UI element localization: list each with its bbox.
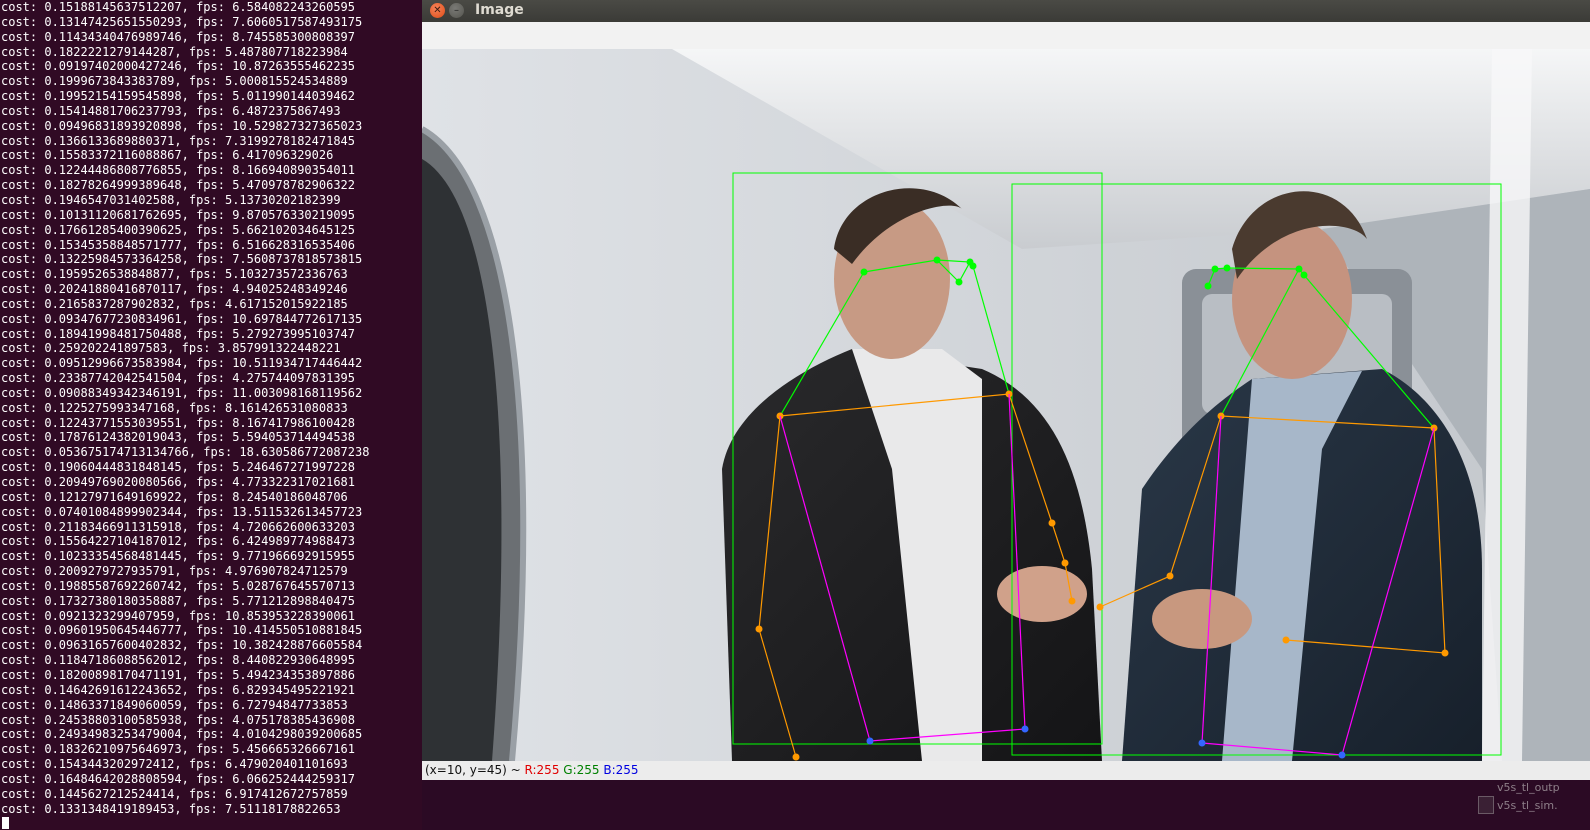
- terminal-line: cost: 0.13225984573364258, fps: 7.560873…: [1, 252, 363, 267]
- face-keypoint-b: [1295, 265, 1303, 273]
- joint-keypoint-a: [1061, 559, 1069, 567]
- terminal-line: cost: 0.09496831893920898, fps: 10.52982…: [1, 118, 363, 133]
- joint-keypoint-a: [1068, 597, 1076, 605]
- terminal-line: cost: 0.17327380180358887, fps: 5.771212…: [1, 593, 356, 608]
- terminal-line: cost: 0.21183466911315918, fps: 4.720662…: [1, 519, 356, 534]
- terminal-line: cost: 0.16484642028808594, fps: 6.066252…: [1, 771, 356, 786]
- terminal-line: cost: 0.09088349342346191, fps: 11.00309…: [1, 385, 363, 400]
- terminal-line: cost: 0.1959526538848877, fps: 5.1032735…: [1, 267, 348, 282]
- terminal-line: cost: 0.0921323299407959, fps: 10.853953…: [1, 608, 356, 623]
- terminal-line: cost: 0.17661285400390625, fps: 5.662102…: [1, 222, 356, 237]
- face-keypoint-a: [955, 278, 963, 286]
- terminal-line: cost: 0.12244486808776855, fps: 8.166940…: [1, 163, 356, 178]
- terminal-line: cost: 0.13147425651550293, fps: 7.606051…: [1, 14, 363, 29]
- face-keypoint-a: [969, 262, 977, 270]
- terminal-line: cost: 0.1999673843383789, fps: 5.0008155…: [1, 74, 348, 89]
- terminal-line: cost: 0.09601950645446777, fps: 10.41455…: [1, 623, 363, 638]
- hip-keypoint-b: [1338, 751, 1346, 759]
- file-icon[interactable]: [1478, 796, 1494, 814]
- status-coords: (x=10, y=45) ~: [425, 763, 525, 777]
- status-red: R:255: [524, 763, 560, 777]
- joint-keypoint-b: [1166, 572, 1174, 580]
- terminal-line: cost: 0.1445627212524414, fps: 6.9174126…: [1, 786, 348, 801]
- terminal-line: cost: 0.09197402000427246, fps: 10.87263…: [1, 59, 356, 74]
- terminal-line: cost: 0.15583372116088867, fps: 6.417096…: [1, 148, 334, 163]
- terminal-line: cost: 0.259202241897583, fps: 3.85799132…: [1, 341, 341, 356]
- window-titlebar[interactable]: ✕ – Image: [422, 0, 1590, 22]
- terminal-line: cost: 0.11434340476989746, fps: 8.745585…: [1, 29, 356, 44]
- terminal-line: cost: 0.09512996673583984, fps: 10.51193…: [1, 356, 363, 371]
- terminal-line: cost: 0.1331348419189453, fps: 7.5111817…: [1, 801, 341, 816]
- terminal-output: cost: 0.15188145637512207, fps: 6.584082…: [0, 0, 422, 816]
- face-keypoint-b: [1204, 282, 1212, 290]
- desktop-file-label[interactable]: v5s_tl_sim.: [1497, 799, 1558, 812]
- terminal-line: cost: 0.1225275993347168, fps: 8.1614265…: [1, 400, 348, 415]
- terminal-line: cost: 0.24538803100585938, fps: 4.075178…: [1, 712, 356, 727]
- person-a-hand: [997, 566, 1087, 622]
- joint-keypoint-a: [792, 753, 800, 761]
- face-keypoint-b: [1211, 265, 1219, 273]
- terminal-line: cost: 0.19060444831848145, fps: 5.246467…: [1, 460, 356, 475]
- terminal-line: cost: 0.15345358848571777, fps: 6.516628…: [1, 237, 356, 252]
- image-canvas[interactable]: [422, 49, 1590, 761]
- status-bar: (x=10, y=45) ~ R:255 G:255 B:255: [422, 761, 1590, 780]
- hip-keypoint-a: [1021, 725, 1029, 733]
- window-toolbar: [422, 22, 1590, 49]
- hip-keypoint-b: [1198, 739, 1206, 747]
- terminal-line: cost: 0.19885587692260742, fps: 5.028767…: [1, 578, 356, 593]
- terminal-line: cost: 0.09347677230834961, fps: 10.69784…: [1, 311, 363, 326]
- terminal-line: cost: 0.15564227104187012, fps: 6.424989…: [1, 534, 356, 549]
- terminal-line: cost: 0.18326210975646973, fps: 5.456665…: [1, 742, 356, 757]
- terminal-line: cost: 0.24934983253479004, fps: 4.010429…: [1, 727, 363, 742]
- terminal-line: cost: 0.10233354568481445, fps: 9.771966…: [1, 549, 356, 564]
- terminal-line: cost: 0.053675174713134766, fps: 18.6305…: [1, 445, 370, 460]
- terminal-cursor: [2, 817, 9, 829]
- status-green: G:255: [563, 763, 600, 777]
- terminal-line: cost: 0.14642691612243652, fps: 6.829345…: [1, 682, 356, 697]
- terminal-line: cost: 0.17876124382019043, fps: 5.594053…: [1, 430, 356, 445]
- terminal-line: cost: 0.07401084899902344, fps: 13.51153…: [1, 504, 363, 519]
- joint-keypoint-b: [1441, 649, 1449, 657]
- terminal-line: cost: 0.20949769020080566, fps: 4.773322…: [1, 475, 356, 489]
- terminal-line: cost: 0.15188145637512207, fps: 6.584082…: [1, 0, 356, 14]
- terminal-line: cost: 0.1543443202972412, fps: 6.4790204…: [1, 757, 348, 772]
- terminal-line: cost: 0.18200898170471191, fps: 5.494234…: [1, 667, 356, 682]
- face-keypoint-b: [1223, 264, 1231, 272]
- face-keypoint-a: [933, 256, 941, 264]
- joint-keypoint-a: [755, 625, 763, 633]
- terminal-line: cost: 0.18941998481750488, fps: 5.279273…: [1, 326, 356, 341]
- terminal-line: cost: 0.11847186088562012, fps: 8.440822…: [1, 653, 356, 668]
- face-keypoint-a: [860, 268, 868, 276]
- image-window[interactable]: ✕ – Image (x=10, y=45) ~ R:255 G:255 B:2…: [422, 0, 1590, 780]
- minimize-icon[interactable]: –: [449, 3, 464, 18]
- terminal-line: cost: 0.20241880416870117, fps: 4.940252…: [1, 282, 348, 297]
- terminal-line: cost: 0.10131120681762695, fps: 9.870576…: [1, 207, 356, 222]
- terminal-panel[interactable]: cost: 0.15188145637512207, fps: 6.584082…: [0, 0, 422, 830]
- joint-keypoint-a: [1048, 519, 1056, 527]
- window-title: Image: [475, 2, 524, 18]
- terminal-line: cost: 0.12243771553039551, fps: 8.167417…: [1, 415, 356, 430]
- person-b-hand: [1152, 589, 1252, 649]
- terminal-line: cost: 0.2009279727935791, fps: 4.9769078…: [1, 564, 348, 579]
- terminal-line: cost: 0.09631657600402832, fps: 10.38242…: [1, 638, 363, 653]
- terminal-line: cost: 0.1366133689880371, fps: 7.3199278…: [1, 133, 356, 148]
- terminal-line: cost: 0.19952154159545898, fps: 5.011990…: [1, 89, 356, 104]
- terminal-line: cost: 0.18278264999389648, fps: 5.470978…: [1, 178, 356, 193]
- close-icon[interactable]: ✕: [430, 3, 445, 18]
- image-svg: [422, 49, 1590, 761]
- face-keypoint-b: [1300, 271, 1308, 279]
- terminal-line: cost: 0.1946547031402588, fps: 5.1373020…: [1, 192, 341, 207]
- terminal-line: cost: 0.23387742042541504, fps: 4.275744…: [1, 371, 356, 386]
- terminal-line: cost: 0.12127971649169922, fps: 8.245401…: [1, 489, 348, 504]
- hip-keypoint-a: [866, 737, 874, 745]
- desktop-file-label[interactable]: v5s_tl_outp: [1497, 781, 1560, 794]
- terminal-line: cost: 0.15414881706237793, fps: 6.487237…: [1, 103, 341, 118]
- status-blue: B:255: [603, 763, 639, 777]
- terminal-line: cost: 0.14863371849060059, fps: 6.727948…: [1, 697, 348, 712]
- terminal-line: cost: 0.1822221279144287, fps: 5.4878077…: [1, 44, 348, 59]
- terminal-line: cost: 0.2165837287902832, fps: 4.6171520…: [1, 296, 348, 311]
- joint-keypoint-b: [1282, 636, 1290, 644]
- joint-keypoint-b: [1096, 603, 1104, 611]
